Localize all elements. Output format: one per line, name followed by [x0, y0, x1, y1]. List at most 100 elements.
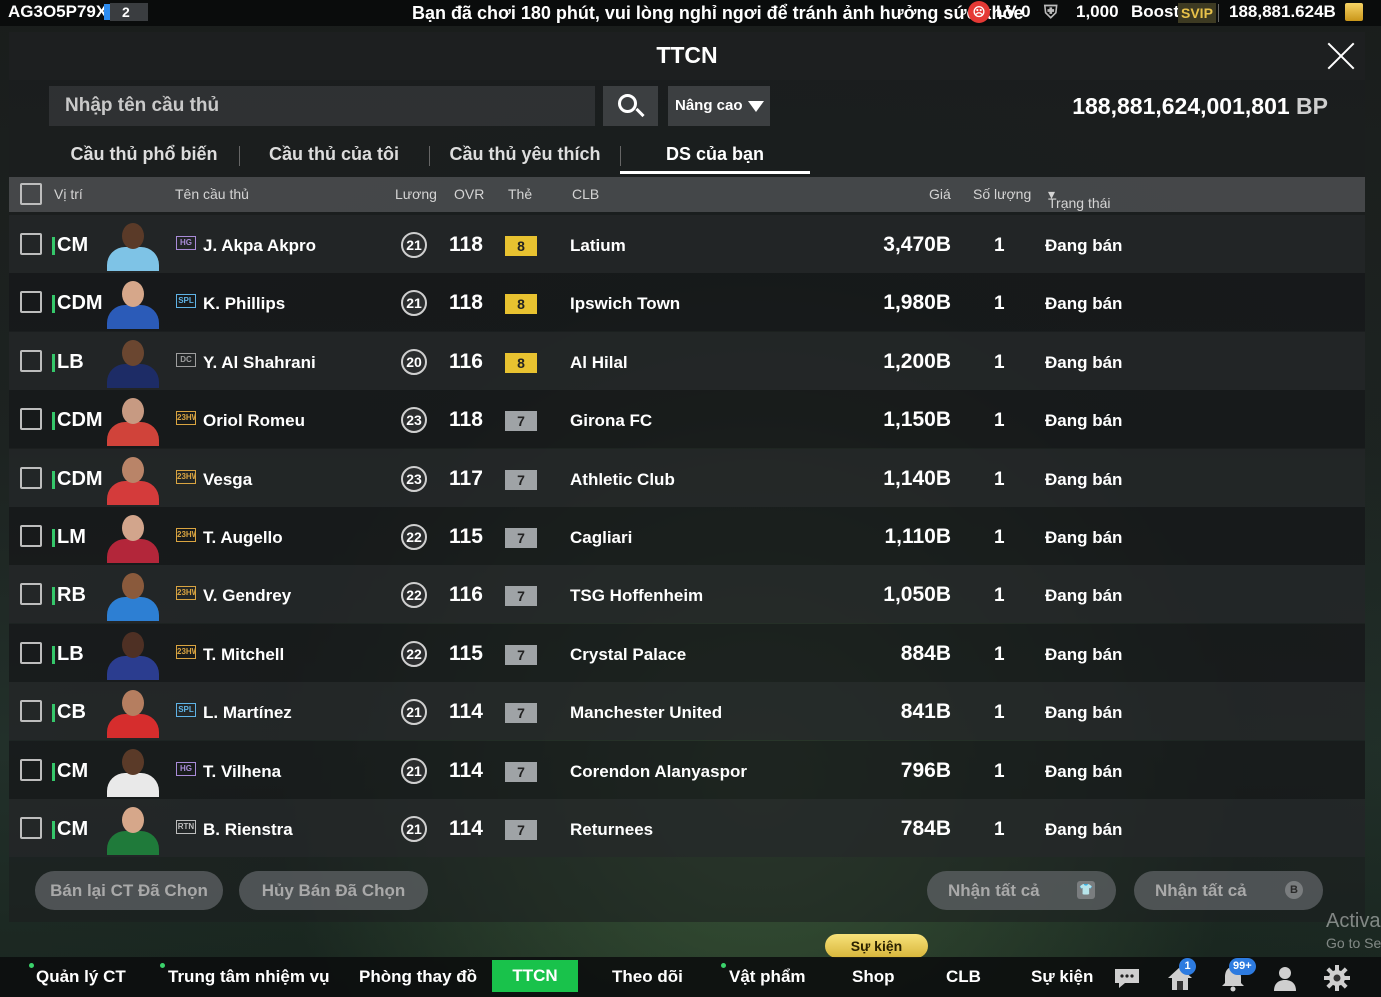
player-ovr: 114 — [449, 817, 483, 840]
tab-my-players[interactable]: Cầu thủ của tôi — [239, 138, 429, 174]
col-club[interactable]: CLB — [572, 186, 599, 202]
player-salary: 23 — [401, 407, 427, 434]
row-checkbox[interactable] — [20, 641, 42, 664]
nav-events[interactable]: Sự kiện — [1031, 967, 1093, 987]
player-club: Returnees — [570, 820, 654, 839]
col-position[interactable]: Vị trí — [54, 186, 83, 202]
chat-icon[interactable] — [1112, 963, 1142, 993]
col-quantity[interactable]: Số lượng — [973, 186, 1031, 202]
search-input[interactable] — [49, 86, 595, 126]
claim-all-players-button[interactable]: Nhận tất cả 👕 — [927, 871, 1116, 910]
player-row[interactable]: CM HG J. Akpa Akpro 21 118 8 Latium 3,47… — [9, 215, 1365, 273]
player-club: Athletic Club — [570, 469, 675, 489]
player-ovr: 115 — [449, 525, 483, 548]
player-avatar[interactable] — [105, 219, 161, 271]
col-name[interactable]: Tên cầu thủ — [175, 186, 249, 202]
listing-quantity: 1 — [994, 643, 1005, 665]
mail-badge: 1 — [1179, 958, 1196, 975]
player-row[interactable]: CDM 23HW Vesga 23 117 7 Athletic Club 1,… — [9, 448, 1365, 507]
nav-market[interactable]: TTCN — [492, 960, 578, 992]
tab-favorite-players[interactable]: Cầu thủ yêu thích — [430, 138, 620, 174]
new-dot — [721, 963, 726, 968]
nav-locker-room[interactable]: Phòng thay đồ — [359, 967, 477, 987]
row-checkbox[interactable] — [20, 233, 42, 255]
player-salary: 21 — [401, 757, 427, 784]
col-ovr[interactable]: OVR — [454, 186, 484, 202]
settings-gear-icon[interactable] — [1322, 963, 1352, 993]
select-all-checkbox[interactable] — [20, 183, 42, 205]
nav-club[interactable]: CLB — [946, 967, 981, 987]
row-checkbox[interactable] — [20, 408, 42, 431]
player-club: Girona FC — [570, 411, 653, 431]
close-icon[interactable] — [1326, 41, 1356, 71]
player-salary: 20 — [401, 348, 427, 375]
player-row[interactable]: CB SPL L. Martínez 21 114 7 Manchester U… — [9, 682, 1365, 741]
card-grade: 7 — [505, 411, 537, 432]
tab-my-listings[interactable]: DS của bạn — [620, 138, 810, 174]
player-row[interactable]: CDM 23HW Oriol Romeu 23 118 7 Girona FC … — [9, 390, 1365, 449]
event-badge[interactable]: Sự kiện — [825, 934, 928, 958]
season-badge: RTN — [176, 820, 196, 834]
row-checkbox[interactable] — [20, 291, 42, 314]
col-grade[interactable]: Thẻ — [508, 186, 532, 202]
listing-price: 1,980B — [883, 291, 951, 315]
player-row[interactable]: CM HG T. Vilhena 21 114 7 Corendon Alany… — [9, 740, 1365, 799]
col-salary[interactable]: Lương — [395, 186, 437, 202]
player-name: K. Phillips — [203, 294, 286, 314]
profile-icon[interactable] — [1270, 963, 1300, 993]
player-avatar[interactable] — [105, 569, 161, 622]
cancel-sale-selected-button[interactable]: Hủy Bán Đã Chọn — [239, 871, 428, 910]
player-salary: 22 — [401, 640, 427, 667]
player-ovr: 118 — [449, 233, 483, 256]
listing-status: Đang bán — [1045, 294, 1123, 314]
player-avatar[interactable] — [105, 453, 161, 505]
row-checkbox[interactable] — [20, 466, 42, 489]
player-row[interactable]: LB 23HW T. Mitchell 22 115 7 Crystal Pal… — [9, 623, 1365, 682]
money-balance: 188,881.624B — [1229, 2, 1336, 21]
tab-popular-players[interactable]: Cầu thủ phổ biến — [49, 138, 239, 174]
nav-items[interactable]: Vật phẩm — [729, 967, 806, 987]
player-avatar[interactable] — [105, 336, 161, 388]
player-row[interactable]: LM 23HW T. Augello 22 115 7 Cagliari 1,1… — [9, 507, 1365, 565]
player-avatar[interactable] — [105, 628, 161, 680]
row-checkbox[interactable] — [20, 758, 42, 781]
svip-badge[interactable]: SVIP — [1178, 3, 1216, 23]
row-checkbox[interactable] — [20, 583, 42, 606]
player-avatar[interactable] — [105, 803, 161, 855]
row-checkbox[interactable] — [20, 817, 42, 839]
player-avatar[interactable] — [105, 277, 161, 330]
player-avatar[interactable] — [105, 394, 161, 447]
player-salary: 22 — [401, 524, 427, 550]
row-checkbox[interactable] — [20, 700, 42, 723]
player-row[interactable]: CDM SPL K. Phillips 21 118 8 Ipswich Tow… — [9, 273, 1365, 332]
advanced-filter-dropdown[interactable]: Nâng cao — [668, 86, 770, 126]
col-price[interactable]: Giá — [929, 186, 951, 202]
player-row[interactable]: RB 23HW V. Gendrey 22 116 7 TSG Hoffenhe… — [9, 565, 1365, 624]
row-checkbox[interactable] — [20, 525, 42, 547]
player-position: CM — [57, 234, 89, 256]
season-badge: 23HW — [176, 528, 196, 542]
listing-price: 1,200B — [883, 349, 951, 373]
player-position: LB — [57, 642, 84, 665]
player-ovr: 114 — [449, 758, 483, 782]
row-checkbox[interactable] — [20, 349, 42, 372]
bp-unit: BP — [1296, 93, 1328, 119]
player-row[interactable]: CM RTN B. Rienstra 21 114 7 Returnees 78… — [9, 799, 1365, 857]
season-badge: SPL — [176, 294, 196, 309]
claim-all-currency-button[interactable]: Nhận tất cả B — [1134, 871, 1323, 910]
player-avatar[interactable] — [105, 745, 161, 797]
nav-mission-center[interactable]: Trung tâm nhiệm vụ — [168, 967, 330, 987]
nav-shop[interactable]: Shop — [852, 967, 895, 987]
fans-count: 1,000 — [1076, 2, 1119, 21]
search-button[interactable] — [603, 86, 658, 126]
player-avatar[interactable] — [105, 511, 161, 563]
col-status[interactable]: Trạng thái ▾ — [1048, 186, 1111, 211]
player-name: Y. Al Shahrani — [203, 352, 316, 372]
resell-selected-button[interactable]: Bán lại CT Đã Chọn — [35, 871, 223, 910]
boost-label[interactable]: Boost — [1131, 2, 1179, 22]
nav-follow[interactable]: Theo dõi — [612, 967, 683, 987]
player-row[interactable]: LB DC Y. Al Shahrani 20 116 8 Al Hilal 1… — [9, 331, 1365, 390]
shield-icon: ⛨ — [1044, 2, 1058, 22]
nav-manage-players[interactable]: Quản lý CT — [36, 967, 126, 987]
player-avatar[interactable] — [105, 686, 161, 739]
